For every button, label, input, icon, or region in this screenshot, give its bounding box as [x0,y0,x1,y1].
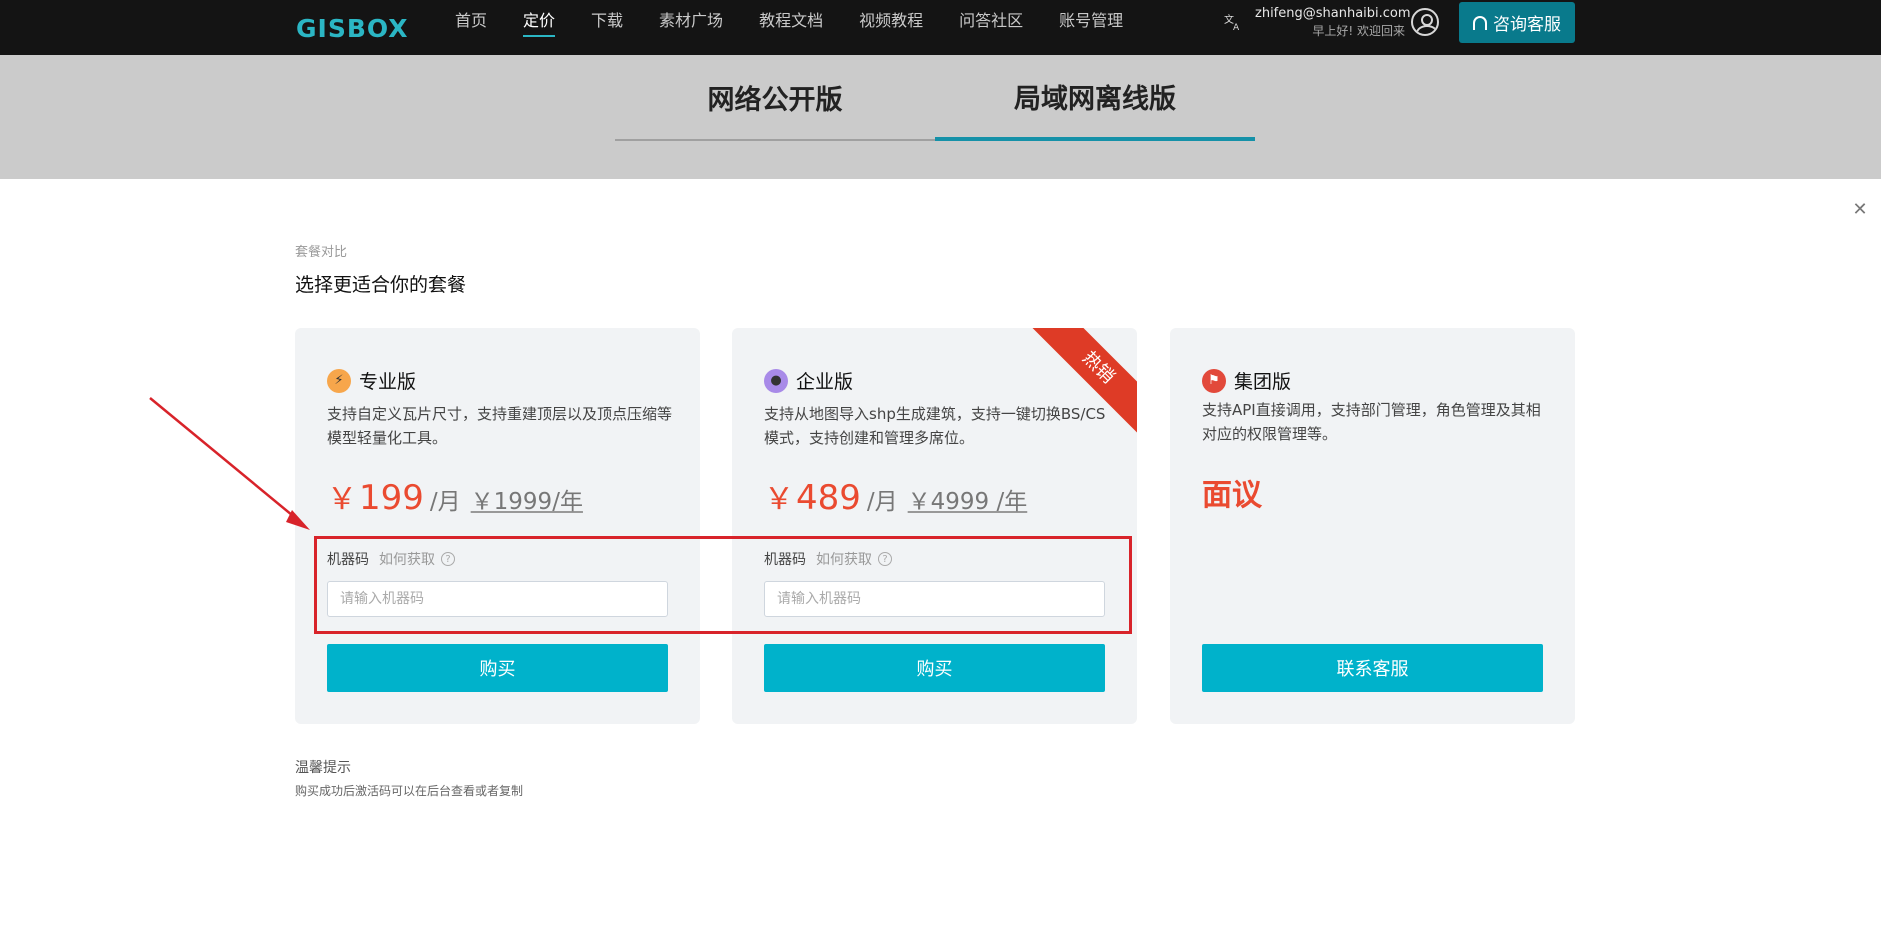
tips-text: 购买成功后激活码可以在后台查看或者复制 [295,784,524,798]
price-negotiable: 面议 [1202,478,1262,513]
plan-card-group: ⚑ 集团版 支持API直接调用，支持部门管理，角色管理及其相对应的权限管理等。 … [1170,328,1575,724]
user-info[interactable]: zhifeng@shanhaibi.com 早上好! 欢迎回来 [1255,6,1411,40]
tips-title: 温馨提示 [295,760,351,776]
buy-button[interactable]: 购买 [327,644,668,692]
medal-icon: ● [764,368,788,393]
consult-button[interactable]: 咨询客服 [1459,2,1575,43]
tab-lan-offline[interactable]: 局域网离线版 [935,55,1255,141]
price-original: ￥4999 /年 [907,489,1028,515]
nav-item-pricing[interactable]: 定价 [523,0,556,45]
price-amount: 199 [359,478,424,518]
gisbox-logo[interactable]: GISBOX [296,8,409,48]
version-tabs-band: 网络公开版 局域网离线版 [0,55,1881,179]
nav-item-videos[interactable]: 视频教程 [859,0,923,45]
nav-item-docs[interactable]: 教程文档 [759,0,823,45]
nav-item-assets[interactable]: 素材广场 [659,0,723,45]
plan-name: 集团版 [1234,371,1292,393]
plan-price: ￥ 199 /月 ￥1999/年 [327,474,583,518]
avatar-icon[interactable] [1411,8,1439,36]
close-icon[interactable]: ✕ [1852,201,1868,219]
section-eyebrow: 套餐对比 [295,245,348,260]
translate-icon-svg: 文 A [1224,13,1240,33]
user-greeting: 早上好! 欢迎回来 [1312,24,1405,38]
price-unit: /月 [429,489,461,515]
plan-description: 支持API直接调用，支持部门管理，角色管理及其相对应的权限管理等。 [1202,401,1541,443]
plan-description: 支持自定义瓦片尺寸，支持重建顶层以及顶点压缩等模型轻量化工具。 [327,405,673,447]
price-currency: ￥ [764,482,794,517]
highlight-box [314,536,1132,634]
nav-item-home[interactable]: 首页 [455,0,487,45]
nav-item-account[interactable]: 账号管理 [1059,0,1123,45]
logo-text: GISBOX [296,13,409,43]
user-email: zhifeng@shanhaibi.com [1255,6,1411,21]
plan-name: 企业版 [796,371,854,393]
svg-text:A: A [1233,23,1240,32]
price-currency: ￥ [327,482,357,517]
plan-price: ￥ 489 /月 ￥4999 /年 [764,474,1027,518]
plan-title: ⚡ 专业版 [327,367,416,394]
buy-button[interactable]: 购买 [764,644,1105,692]
price-amount: 489 [796,478,861,518]
tab-online-public[interactable]: 网络公开版 [615,55,935,141]
nav-item-community[interactable]: 问答社区 [959,0,1023,45]
consult-label: 咨询客服 [1493,15,1561,35]
flag-icon: ⚑ [1202,368,1226,393]
plan-card-pro: ⚡ 专业版 支持自定义瓦片尺寸，支持重建顶层以及顶点压缩等模型轻量化工具。 ￥ … [295,328,700,724]
nav-item-download[interactable]: 下载 [591,0,623,45]
price-unit: /月 [866,489,898,515]
plan-description: 支持从地图导入shp生成建筑，支持一键切换BS/CS模式，支持创建和管理多席位。 [764,405,1106,447]
top-navbar: GISBOX 首页 定价 下载 素材广场 教程文档 视频教程 问答社区 账号管理… [0,0,1881,55]
contact-support-button[interactable]: 联系客服 [1202,644,1543,692]
plan-name: 专业版 [359,371,417,393]
price-original: ￥1999/年 [470,489,583,515]
plan-title: ⚑ 集团版 [1202,367,1291,394]
main-nav: 首页 定价 下载 素材广场 教程文档 视频教程 问答社区 账号管理 [455,0,1159,45]
headset-icon [1473,15,1487,30]
section-heading: 选择更适合你的套餐 [295,274,467,296]
translate-icon[interactable]: 文 A [1222,12,1244,34]
lightning-icon: ⚡ [327,368,351,393]
plan-title: ● 企业版 [764,367,853,394]
plan-card-enterprise: 热销 ● 企业版 支持从地图导入shp生成建筑，支持一键切换BS/CS模式，支持… [732,328,1137,724]
